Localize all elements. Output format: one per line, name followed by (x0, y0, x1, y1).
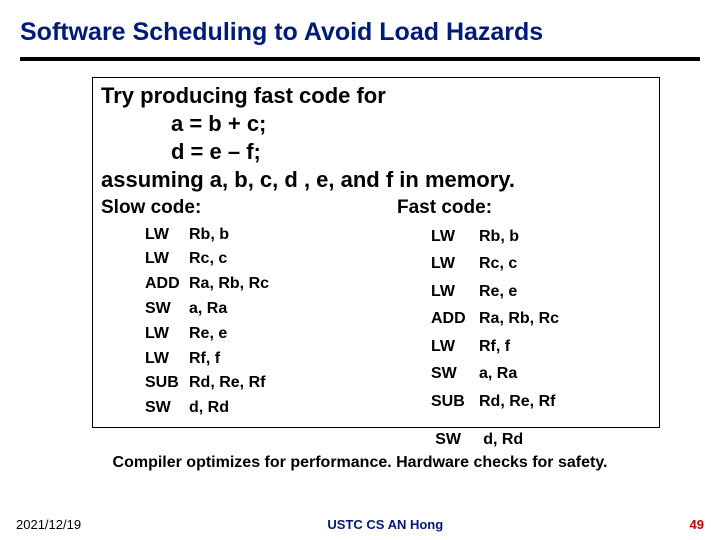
args-cell: Rc, c (479, 250, 651, 278)
op-cell: SW (391, 428, 483, 452)
op-cell: SUB (387, 388, 479, 416)
table-row: SUBRd, Re, Rf (101, 371, 387, 396)
args-cell: Ra, Rb, Rc (479, 305, 651, 333)
args-cell: Rf, f (189, 347, 387, 372)
args-cell: d, Rd (483, 428, 660, 452)
intro-line1: Try producing fast code for (101, 83, 386, 108)
op-cell: LW (387, 223, 479, 251)
table-row: LWRf, f (387, 333, 651, 361)
fast-column: Fast code: LWRb, b LWRc, c LWRe, e ADDRa… (387, 197, 651, 421)
table-row: SWd, Rd (101, 396, 387, 421)
table-row: LWRe, e (101, 322, 387, 347)
fast-heading: Fast code: (397, 197, 651, 219)
table-row: LWRc, c (387, 250, 651, 278)
table-row: LWRf, f (101, 347, 387, 372)
args-cell: Re, e (479, 278, 651, 306)
intro-line2: a = b + c; (101, 110, 651, 138)
table-row: LWRb, b (387, 223, 651, 251)
args-cell: Re, e (189, 322, 387, 347)
table-row: ADDRa, Rb, Rc (387, 305, 651, 333)
op-cell: LW (387, 333, 479, 361)
op-cell: LW (387, 250, 479, 278)
table-row: LWRb, b (101, 223, 387, 248)
args-cell: Rb, b (479, 223, 651, 251)
op-cell: SW (387, 360, 479, 388)
op-cell: SW (101, 297, 189, 322)
args-cell: Rc, c (189, 247, 387, 272)
op-cell: ADD (101, 272, 189, 297)
table-row: SWa, Ra (387, 360, 651, 388)
table-row: ADDRa, Rb, Rc (101, 272, 387, 297)
content-box: Try producing fast code for a = b + c; d… (92, 77, 660, 428)
table-row: SUBRd, Re, Rf (387, 388, 651, 416)
op-cell: SUB (101, 371, 189, 396)
caption-text: Compiler optimizes for performance. Hard… (0, 454, 720, 472)
args-cell: Rd, Re, Rf (189, 371, 387, 396)
op-cell: LW (101, 223, 189, 248)
slow-table: LWRb, b LWRc, c ADDRa, Rb, Rc SWa, Ra LW… (101, 223, 387, 421)
table-row: LWRc, c (101, 247, 387, 272)
op-cell: SW (101, 396, 189, 421)
fast-table: LWRb, b LWRc, c LWRe, e ADDRa, Rb, Rc LW… (387, 223, 651, 416)
args-cell: Rd, Re, Rf (479, 388, 651, 416)
args-cell: Ra, Rb, Rc (189, 272, 387, 297)
table-row: SWa, Ra (101, 297, 387, 322)
slow-column: Slow code: LWRb, b LWRc, c ADDRa, Rb, Rc… (101, 197, 387, 421)
table-row: LWRe, e (387, 278, 651, 306)
slow-heading: Slow code: (101, 197, 387, 219)
title-rule (20, 57, 700, 61)
op-cell: LW (101, 347, 189, 372)
op-cell: ADD (387, 305, 479, 333)
args-cell: a, Ra (479, 360, 651, 388)
footer-date: 2021/12/19 (16, 517, 81, 532)
footer-page: 49 (690, 517, 704, 532)
slide-title: Software Scheduling to Avoid Load Hazard… (0, 0, 720, 57)
args-cell: Rf, f (479, 333, 651, 361)
slide-footer: 2021/12/19 USTC CS AN Hong 49 (0, 517, 720, 532)
footer-center: USTC CS AN Hong (81, 517, 689, 532)
op-cell: LW (101, 322, 189, 347)
op-cell: LW (387, 278, 479, 306)
intro-line3: d = e – f; (101, 138, 651, 166)
args-cell: a, Ra (189, 297, 387, 322)
args-cell: Rb, b (189, 223, 387, 248)
op-cell: LW (101, 247, 189, 272)
args-cell: d, Rd (189, 396, 387, 421)
intro-line4: assuming a, b, c, d , e, and f in memory… (101, 167, 515, 192)
fast-overflow-row: SW d, Rd (100, 428, 660, 452)
intro-block: Try producing fast code for a = b + c; d… (101, 82, 651, 195)
